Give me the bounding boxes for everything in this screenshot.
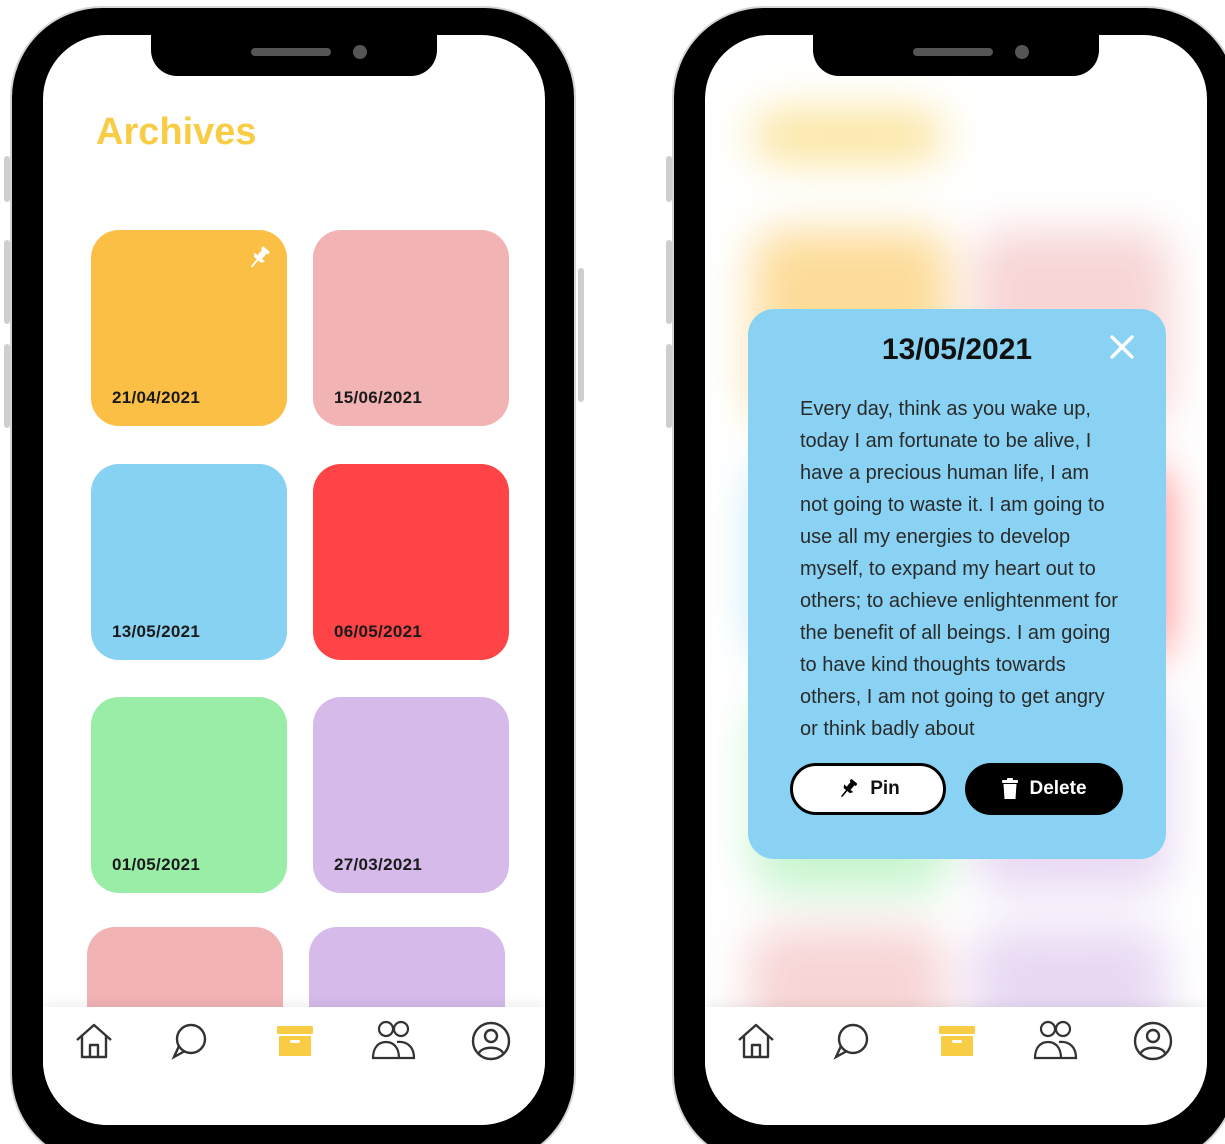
nav-friends[interactable] — [1031, 1019, 1081, 1063]
card-date: 13/05/2021 — [112, 622, 201, 641]
phone-note-detail: 13/05/2021 Every day, think as you wake … — [666, 6, 1225, 1144]
delete-button[interactable]: Delete — [965, 763, 1123, 815]
pin-icon — [841, 779, 858, 798]
front-camera — [353, 45, 367, 59]
nav-friends[interactable] — [369, 1019, 419, 1063]
bottom-nav — [43, 1007, 545, 1125]
modal-date: 13/05/2021 — [881, 333, 1033, 366]
chat-icon — [171, 1023, 207, 1060]
phone-archives: Archives 21/04/2021 15/06/2021 13/05/202… — [4, 6, 584, 1144]
friends-icon — [1033, 1020, 1078, 1060]
archives-screen: Archives 21/04/2021 15/06/2021 13/05/202… — [43, 35, 545, 1125]
profile-icon — [1133, 1021, 1173, 1061]
archive-card[interactable]: 01/05/2021 — [91, 697, 287, 893]
profile-icon — [471, 1021, 511, 1061]
close-icon[interactable] — [1106, 331, 1138, 363]
nav-chat[interactable] — [827, 1019, 877, 1063]
card-date: 01/05/2021 — [112, 855, 201, 874]
friends-icon — [371, 1020, 416, 1060]
notch — [151, 35, 437, 76]
chat-icon — [833, 1023, 869, 1060]
card-date: 06/05/2021 — [334, 622, 423, 641]
archive-card[interactable]: 06/05/2021 — [313, 464, 509, 660]
nav-archive[interactable] — [270, 1019, 320, 1063]
notch — [813, 35, 1099, 76]
bottom-nav — [705, 1007, 1207, 1125]
speaker — [251, 48, 331, 56]
archive-card[interactable]: 27/03/2021 — [313, 697, 509, 893]
nav-profile[interactable] — [1128, 1019, 1178, 1063]
speaker — [913, 48, 993, 56]
archive-card[interactable]: 15/06/2021 — [313, 230, 509, 426]
front-camera — [1015, 45, 1029, 59]
note-text: Every day, think as you wake up, today I… — [800, 398, 1118, 738]
power-button — [578, 268, 584, 402]
volume-down-button — [4, 344, 10, 428]
mute-switch — [666, 156, 672, 202]
home-icon — [738, 1023, 774, 1059]
pin-icon — [250, 246, 270, 268]
card-date: 15/06/2021 — [334, 388, 423, 407]
note-modal: 13/05/2021 Every day, think as you wake … — [748, 309, 1166, 859]
mute-switch — [4, 156, 10, 202]
note-detail-screen: 13/05/2021 Every day, think as you wake … — [705, 35, 1207, 1125]
archive-icon — [939, 1026, 975, 1056]
card-date: 27/03/2021 — [334, 855, 423, 874]
volume-down-button — [666, 344, 672, 428]
nav-profile[interactable] — [466, 1019, 516, 1063]
archive-card[interactable]: 13/05/2021 — [91, 464, 287, 660]
pin-button-label: Pin — [870, 778, 900, 799]
pin-button[interactable]: Pin — [790, 763, 946, 815]
nav-archive[interactable] — [932, 1019, 982, 1063]
home-icon — [76, 1023, 112, 1059]
trash-icon — [1002, 778, 1019, 799]
nav-home[interactable] — [731, 1019, 781, 1063]
archive-icon — [277, 1026, 313, 1056]
delete-button-label: Delete — [1029, 778, 1087, 799]
page-title: Archives — [96, 111, 257, 153]
nav-home[interactable] — [69, 1019, 119, 1063]
volume-up-button — [4, 240, 10, 324]
nav-chat[interactable] — [165, 1019, 215, 1063]
archive-card[interactable]: 21/04/2021 — [91, 230, 287, 426]
card-date: 21/04/2021 — [112, 388, 201, 407]
volume-up-button — [666, 240, 672, 324]
